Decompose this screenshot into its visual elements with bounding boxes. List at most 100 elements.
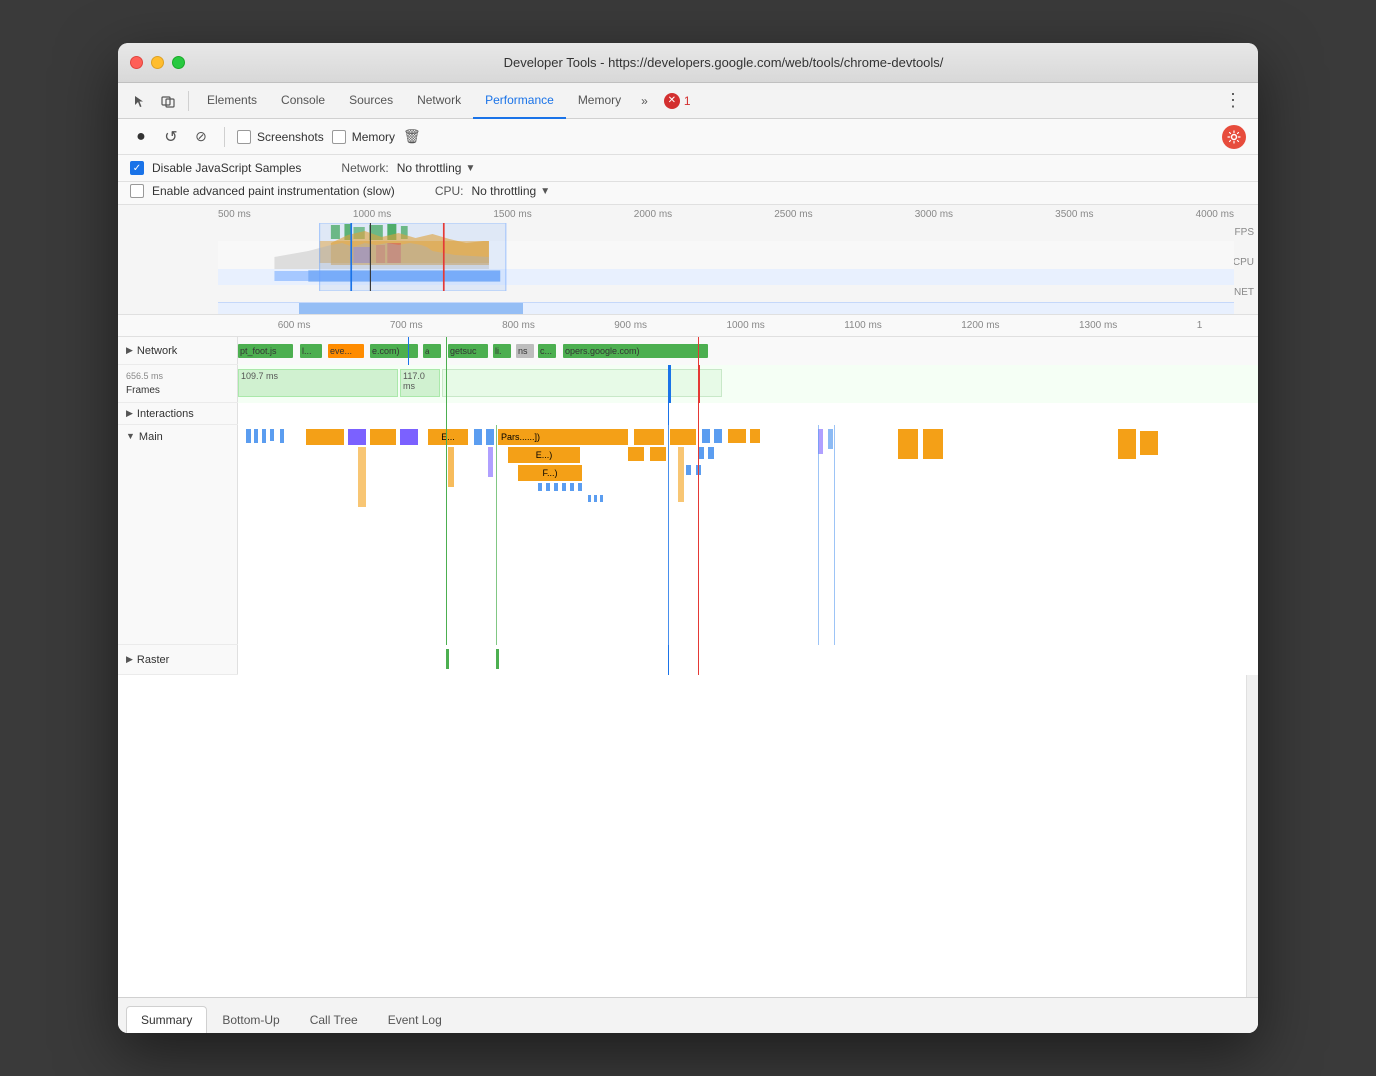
tab-bottom-up[interactable]: Bottom-Up — [207, 1006, 294, 1033]
more-tabs-button[interactable]: » — [633, 94, 656, 108]
vline-green-main — [446, 425, 447, 645]
ov-label-2000: 2000 ms — [634, 209, 672, 220]
stop-button[interactable]: ⊘ — [190, 126, 212, 148]
reload-button[interactable]: ↺ — [160, 126, 182, 148]
screenshots-checkbox-label[interactable]: Screenshots — [237, 130, 324, 144]
main-bar-b3 — [262, 429, 266, 443]
net-bar-9: c... — [538, 344, 556, 358]
vline-blue2-main — [818, 425, 819, 645]
main-track-label[interactable]: ▼ Main — [118, 425, 238, 644]
main-track-content: E... Pars......]) — [238, 425, 1258, 645]
ov-label-500: 500 ms — [218, 209, 251, 220]
cursor-icon[interactable] — [126, 87, 154, 115]
interactions-track-label[interactable]: ▶ Interactions — [118, 403, 238, 424]
close-button[interactable] — [130, 56, 143, 69]
tab-elements[interactable]: Elements — [195, 83, 269, 119]
main-bar-e1: E... — [428, 429, 468, 445]
main-bar-b8 — [702, 429, 710, 443]
disable-js-checkbox[interactable]: ✓ — [130, 161, 144, 175]
tab-event-log[interactable]: Event Log — [373, 1006, 457, 1033]
bottom-tabs: Summary Bottom-Up Call Tree Event Log — [118, 997, 1258, 1033]
network-track-label[interactable]: ▶ Network — [118, 337, 238, 364]
raster-track-label[interactable]: ▶ Raster — [118, 645, 238, 674]
main-bar-y2 — [370, 429, 396, 445]
vline-green-frames — [446, 365, 447, 403]
main-label: Main — [139, 431, 163, 443]
advanced-paint-checkbox[interactable] — [130, 184, 144, 198]
event-log-tab-label: Event Log — [388, 1013, 442, 1027]
main-subbar-3 — [488, 447, 493, 477]
disable-js-label: Disable JavaScript Samples — [152, 161, 301, 175]
vline-red-main — [698, 425, 699, 645]
vline-green2-main — [496, 425, 497, 645]
main-subbar-2 — [448, 447, 454, 487]
frame-red-marker — [698, 365, 700, 403]
main-bar-b12 — [686, 465, 691, 475]
time-marks: 600 ms 700 ms 800 ms 900 ms 1000 ms 1100… — [238, 320, 1258, 331]
tab-summary[interactable]: Summary — [126, 1006, 207, 1033]
main-bar-s4 — [562, 483, 566, 491]
main-bar-f1: F...) — [518, 465, 582, 481]
cpu-dropdown-arrow: ▼ — [540, 186, 550, 197]
main-bar-y3 — [634, 429, 664, 445]
frame-block-3 — [442, 369, 722, 397]
disable-js-samples-option[interactable]: ✓ Disable JavaScript Samples — [130, 161, 301, 175]
network-expand-icon[interactable]: ▶ — [126, 345, 133, 356]
net-bar-3: eve... — [328, 344, 364, 358]
frames-label: Frames — [126, 385, 160, 396]
main-bar-b4 — [270, 429, 274, 441]
tab-memory[interactable]: Memory — [566, 83, 633, 119]
network-dropdown-arrow: ▼ — [465, 163, 475, 174]
call-tree-tab-label: Call Tree — [310, 1013, 358, 1027]
tab-performance[interactable]: Performance — [473, 83, 566, 119]
net-bar-10: opers.google.com) — [563, 344, 708, 358]
main-subbar-6 — [828, 429, 833, 449]
options-row-2: Enable advanced paint instrumentation (s… — [118, 182, 1258, 205]
advanced-paint-option[interactable]: Enable advanced paint instrumentation (s… — [130, 184, 395, 198]
timeline-overview[interactable]: 500 ms 1000 ms 1500 ms 2000 ms 2500 ms 3… — [118, 205, 1258, 315]
tab-console[interactable]: Console — [269, 83, 337, 119]
bottom-up-tab-label: Bottom-Up — [222, 1013, 279, 1027]
error-count: 1 — [684, 94, 691, 108]
main-bar-b6 — [474, 429, 482, 445]
main-expand-icon[interactable]: ▼ — [126, 431, 135, 441]
raster-label: Raster — [137, 654, 169, 666]
raster-expand-icon[interactable]: ▶ — [126, 654, 133, 665]
tab-call-tree[interactable]: Call Tree — [295, 1006, 373, 1033]
interactions-expand-icon[interactable]: ▶ — [126, 408, 133, 419]
maximize-button[interactable] — [172, 56, 185, 69]
main-subbar-1 — [358, 447, 366, 507]
memory-checkbox[interactable] — [332, 130, 346, 144]
net-bar-8: ns — [516, 344, 534, 358]
network-track-content: pt_foot.js l... eve... e.com) a getsuc l… — [238, 337, 1258, 365]
main-bar-y11 — [628, 447, 644, 461]
advanced-paint-label: Enable advanced paint instrumentation (s… — [152, 184, 395, 198]
settings-button[interactable] — [1222, 125, 1246, 149]
minimize-button[interactable] — [151, 56, 164, 69]
main-bar-s8 — [594, 495, 597, 502]
network-select[interactable]: No throttling ▼ — [397, 161, 476, 175]
mark-1100: 1100 ms — [844, 320, 882, 331]
record-button[interactable]: ● — [130, 126, 152, 148]
cpu-select[interactable]: No throttling ▼ — [471, 184, 550, 198]
selection-range-bar[interactable] — [218, 302, 1234, 314]
main-bar-y10 — [1140, 431, 1158, 455]
tab-network[interactable]: Network — [405, 83, 473, 119]
raster-track-content — [238, 645, 1258, 675]
device-icon[interactable] — [154, 87, 182, 115]
nav-divider-1 — [188, 91, 189, 111]
nav-tabs: Elements Console Sources Network Perform… — [118, 83, 1258, 119]
main-bar-y9 — [1118, 429, 1136, 459]
more-options-button[interactable]: ⋮ — [1216, 90, 1250, 111]
tab-sources[interactable]: Sources — [337, 83, 405, 119]
mark-900: 900 ms — [614, 320, 647, 331]
screenshots-checkbox[interactable] — [237, 130, 251, 144]
mark-1200: 1200 ms — [961, 320, 999, 331]
clear-button[interactable]: 🗑 — [403, 128, 421, 145]
mark-1000: 1000 ms — [726, 320, 764, 331]
vline-blue-interact — [668, 403, 669, 425]
cpu-throttle-option: CPU: No throttling ▼ — [435, 184, 550, 198]
ov-label-3000: 3000 ms — [915, 209, 953, 220]
vline-green-net — [446, 337, 447, 365]
memory-checkbox-label[interactable]: Memory — [332, 130, 395, 144]
